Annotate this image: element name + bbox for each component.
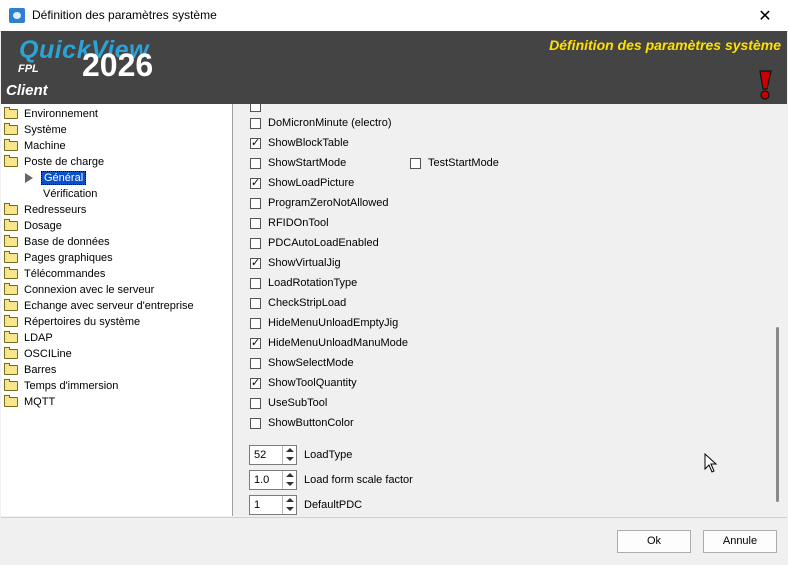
spin-down-icon[interactable]	[286, 482, 294, 486]
exclamation-icon	[759, 70, 772, 100]
banner-title: Définition des paramètres système	[549, 37, 781, 53]
folder-icon	[4, 283, 18, 295]
checkbox-box[interactable]	[250, 118, 261, 129]
checkbox-box[interactable]	[250, 158, 261, 169]
folder-icon	[4, 347, 18, 359]
folder-icon	[4, 155, 18, 167]
options-scrollbar[interactable]	[770, 104, 786, 516]
checkbox-box[interactable]	[250, 298, 261, 309]
brand-fpl: FPL	[18, 63, 39, 75]
spin-up-icon[interactable]	[286, 473, 294, 477]
checkbox-box[interactable]	[250, 398, 261, 409]
default-pdc-input[interactable]: 1	[249, 495, 297, 515]
checkbox-box[interactable]	[250, 418, 261, 429]
spin-down-icon[interactable]	[286, 457, 294, 461]
folder-icon	[4, 299, 18, 311]
scale-factor-input[interactable]: 1.0	[249, 470, 297, 490]
checkbox-box[interactable]	[410, 158, 421, 169]
dialog-footer: Ok Annule	[1, 517, 787, 565]
checkbox-box[interactable]	[250, 256, 261, 270]
header-banner: QuickView FPL 2026 Client Définition des…	[1, 31, 787, 104]
folder-icon	[4, 315, 18, 327]
tree-item-general[interactable]: Général	[1, 170, 232, 186]
spin-buttons[interactable]	[282, 471, 296, 489]
brand-year: 2026	[82, 47, 154, 83]
spin-up-icon[interactable]	[286, 498, 294, 502]
folder-icon	[4, 139, 18, 151]
spin-up-icon[interactable]	[286, 448, 294, 452]
checkbox-box[interactable]	[250, 198, 261, 209]
folder-icon	[4, 235, 18, 247]
folder-icon	[4, 331, 18, 343]
checkbox-box[interactable]	[250, 376, 261, 390]
folder-icon	[4, 123, 18, 135]
folder-icon	[4, 395, 18, 407]
checkbox-box[interactable]	[250, 318, 261, 329]
checkbox-box[interactable]	[250, 336, 261, 350]
checkbox-box[interactable]	[250, 218, 261, 229]
folder-icon	[4, 379, 18, 391]
folder-icon	[4, 363, 18, 375]
folder-icon	[4, 219, 18, 231]
checkbox-box[interactable]	[250, 278, 261, 289]
checkbox-box[interactable]	[250, 238, 261, 249]
checkbox-box[interactable]	[250, 358, 261, 369]
folder-icon	[4, 203, 18, 215]
folder-icon	[4, 107, 18, 119]
client-label: Client	[6, 82, 48, 99]
cancel-button[interactable]: Annule	[703, 530, 777, 553]
category-tree[interactable]: Environnement Système Machine Poste de c…	[1, 104, 233, 516]
folder-icon	[4, 267, 18, 279]
folder-icon	[4, 251, 18, 263]
arrow-right-icon	[25, 173, 33, 183]
window-title: Définition des paramètres système	[32, 8, 217, 22]
title-bar: Définition des paramètres système ✕	[0, 0, 788, 32]
spin-buttons[interactable]	[282, 446, 296, 464]
ok-button[interactable]: Ok	[617, 530, 691, 553]
checkbox-box[interactable]	[250, 104, 261, 112]
scrollbar-thumb[interactable]	[776, 327, 779, 502]
tree-item-verification[interactable]: Vérification	[1, 186, 232, 202]
mouse-cursor-icon	[704, 453, 718, 473]
checkbox-box[interactable]	[250, 136, 261, 150]
app-icon	[9, 8, 25, 23]
load-type-input[interactable]: 52	[249, 445, 297, 465]
spin-buttons[interactable]	[282, 496, 296, 514]
close-button[interactable]: ✕	[742, 0, 788, 31]
checkbox-box[interactable]	[250, 176, 261, 190]
spin-down-icon[interactable]	[286, 507, 294, 511]
